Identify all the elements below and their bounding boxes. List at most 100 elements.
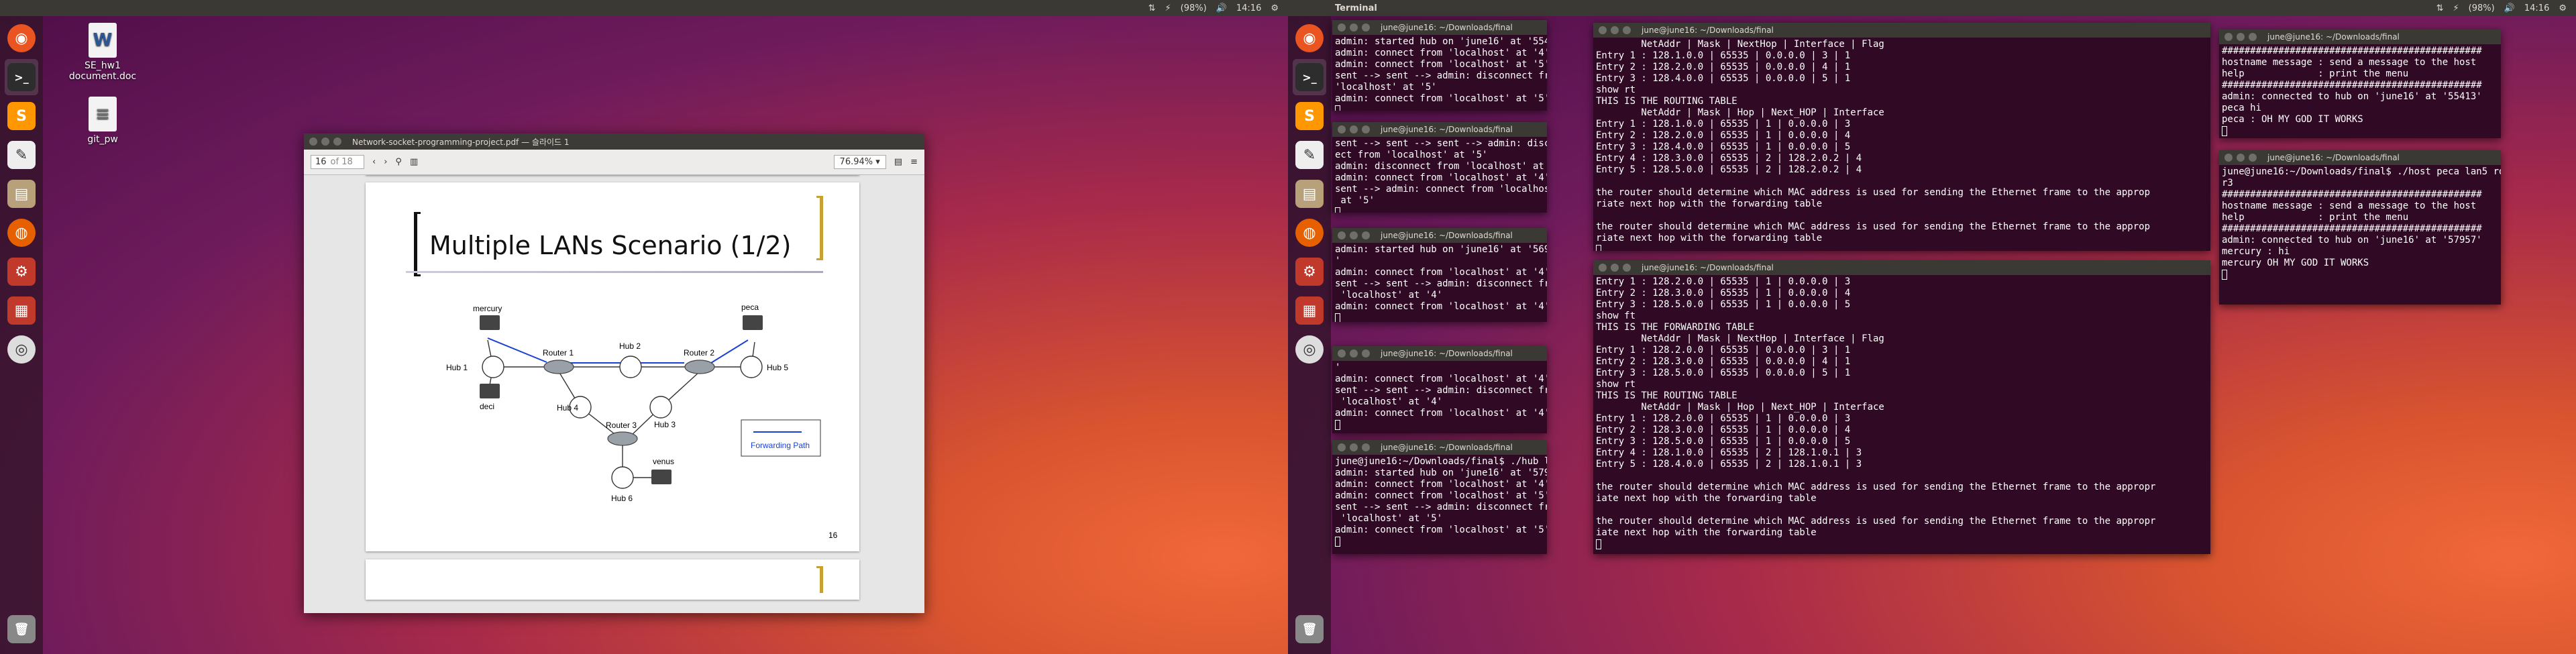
next-page-icon[interactable]: ›: [384, 157, 387, 167]
minimize-button[interactable]: [1350, 231, 1358, 239]
network-icon[interactable]: ⇅: [2436, 3, 2444, 13]
terminal-window-host-mercury[interactable]: june@june16: ~/Downloads/final june@june…: [2219, 150, 2501, 305]
minimize-button[interactable]: [321, 138, 329, 146]
maximize-button[interactable]: [2249, 154, 2257, 162]
volume-icon[interactable]: 🔊: [2504, 3, 2515, 13]
window-titlebar[interactable]: june@june16: ~/Downloads/final: [1332, 440, 1547, 455]
close-button[interactable]: [2224, 154, 2233, 162]
close-button[interactable]: [1338, 125, 1346, 133]
text-editor-icon[interactable]: ✎: [1293, 137, 1326, 173]
terminal-icon[interactable]: >_: [1293, 59, 1326, 95]
settings-icon[interactable]: ⚙: [5, 254, 38, 290]
system-menu-icon[interactable]: ⚙: [1271, 3, 1279, 13]
document-area[interactable]: Multiple LANs Scenario (1/2) Forwarding …: [304, 175, 924, 613]
impress-icon[interactable]: ▦: [5, 292, 38, 329]
trash-icon[interactable]: 🗑: [1293, 611, 1326, 647]
close-button[interactable]: [1599, 264, 1607, 272]
close-button[interactable]: [1338, 443, 1346, 451]
window-titlebar[interactable]: june@june16: ~/Downloads/final: [2219, 30, 2501, 44]
close-button[interactable]: [309, 138, 317, 146]
minimize-button[interactable]: [1611, 264, 1619, 272]
maximize-button[interactable]: [1362, 125, 1370, 133]
bluetooth-icon[interactable]: ⚡: [1165, 3, 1171, 13]
clock[interactable]: 14:16: [2524, 3, 2549, 13]
terminal-window-hub-5[interactable]: june@june16: ~/Downloads/final june@june…: [1332, 440, 1547, 554]
terminal-output[interactable]: sent --> sent --> sent --> admin: discon…: [1332, 137, 1547, 213]
terminal-window-hub-4[interactable]: june@june16: ~/Downloads/final ' admin: c…: [1332, 346, 1547, 433]
files-icon[interactable]: ▤: [1293, 176, 1326, 212]
impress-icon[interactable]: ▦: [1293, 292, 1326, 329]
sublime-icon[interactable]: S: [5, 98, 38, 134]
minimize-button[interactable]: [1350, 125, 1358, 133]
window-titlebar[interactable]: june@june16: ~/Downloads/final: [1332, 228, 1547, 243]
terminal-window-host-peca[interactable]: june@june16: ~/Downloads/final #########…: [2219, 30, 2501, 138]
dvd-icon[interactable]: ◎: [5, 331, 38, 368]
zoom-select[interactable]: 76.94% ▾: [833, 155, 886, 169]
files-icon[interactable]: ▤: [5, 176, 38, 212]
maximize-button[interactable]: [1362, 23, 1370, 32]
close-button[interactable]: [1599, 26, 1607, 34]
minimize-button[interactable]: [1350, 349, 1358, 358]
bluetooth-icon[interactable]: ⚡: [2453, 3, 2459, 13]
search-icon[interactable]: ⚲: [395, 157, 402, 167]
trash-icon[interactable]: 🗑: [5, 611, 38, 647]
maximize-button[interactable]: [1362, 231, 1370, 239]
terminal-window-hub-1[interactable]: june@june16: ~/Downloads/final admin: st…: [1332, 20, 1547, 111]
terminal-window-router-2[interactable]: june@june16: ~/Downloads/final Entry 1 :…: [1593, 260, 2210, 554]
previous-page-icon[interactable]: ‹: [372, 157, 376, 167]
window-titlebar[interactable]: june@june16: ~/Downloads/final: [1332, 122, 1547, 137]
maximize-button[interactable]: [1623, 264, 1631, 272]
sublime-icon[interactable]: S: [1293, 98, 1326, 134]
maximize-button[interactable]: [1623, 26, 1631, 34]
window-titlebar[interactable]: june@june16: ~/Downloads/final: [1593, 260, 2210, 275]
minimize-button[interactable]: [1350, 443, 1358, 451]
ubuntu-logo-icon[interactable]: ◉: [5, 20, 38, 56]
minimize-button[interactable]: [1611, 26, 1619, 34]
terminal-output[interactable]: Entry 1 : 128.2.0.0 | 65535 | 1 | 0.0.0.…: [1593, 275, 2210, 551]
text-editor-icon[interactable]: ✎: [5, 137, 38, 173]
close-button[interactable]: [1338, 23, 1346, 32]
maximize-button[interactable]: [1362, 443, 1370, 451]
window-titlebar[interactable]: june@june16: ~/Downloads/final: [1332, 346, 1547, 361]
battery-indicator[interactable]: (98%): [2469, 3, 2495, 13]
window-titlebar[interactable]: june@june16: ~/Downloads/final: [2219, 150, 2501, 165]
view-mode-icon[interactable]: ▤: [894, 157, 902, 167]
sidebar-toggle-icon[interactable]: ▥: [410, 157, 418, 167]
terminal-output[interactable]: june@june16:~/Downloads/final$ ./hub lan…: [1332, 455, 1547, 549]
current-page[interactable]: 16: [315, 157, 327, 167]
ubuntu-logo-icon[interactable]: ◉: [1293, 20, 1326, 56]
terminal-output[interactable]: admin: started hub on 'june16' at '55413…: [1332, 35, 1547, 111]
terminal-output[interactable]: NetAddr | Mask | NextHop | Interface | F…: [1593, 38, 2210, 251]
minimize-button[interactable]: [1350, 23, 1358, 32]
maximize-button[interactable]: [1362, 349, 1370, 358]
system-menu-icon[interactable]: ⚙: [2559, 3, 2567, 13]
terminal-window-hub-3[interactable]: june@june16: ~/Downloads/final admin: st…: [1332, 228, 1547, 322]
pdf-viewer-window[interactable]: Network-socket-programming-project.pdf —…: [304, 133, 924, 613]
terminal-output[interactable]: june@june16:~/Downloads/final$ ./host pe…: [2219, 165, 2501, 282]
terminal-output[interactable]: ' admin: connect from 'localhost' at '4' s…: [1332, 361, 1547, 432]
desktop-file-git-pw[interactable]: ≡ git_pw: [52, 97, 153, 145]
close-button[interactable]: [1338, 231, 1346, 239]
battery-indicator[interactable]: (98%): [1181, 3, 1207, 13]
terminal-output[interactable]: ########################################…: [2219, 44, 2501, 138]
terminal-window-hub-2[interactable]: june@june16: ~/Downloads/final sent --> …: [1332, 122, 1547, 213]
terminal-output[interactable]: admin: started hub on 'june16' at '56983…: [1332, 243, 1547, 322]
network-icon[interactable]: ⇅: [1148, 3, 1156, 13]
terminal-icon[interactable]: >_: [5, 59, 38, 95]
dvd-icon[interactable]: ◎: [1293, 331, 1326, 368]
clock[interactable]: 14:16: [1236, 3, 1261, 13]
desktop-file-se-hw1[interactable]: W SE_hw1 document.doc: [52, 23, 153, 82]
menu-icon[interactable]: ≡: [910, 157, 918, 167]
terminal-window-router-1[interactable]: june@june16: ~/Downloads/final NetAddr |…: [1593, 23, 2210, 251]
page-number-field[interactable]: 16 of 18: [311, 155, 364, 169]
window-titlebar[interactable]: june@june16: ~/Downloads/final: [1332, 20, 1547, 35]
window-titlebar[interactable]: june@june16: ~/Downloads/final: [1593, 23, 2210, 38]
close-button[interactable]: [2224, 33, 2233, 41]
minimize-button[interactable]: [2237, 154, 2245, 162]
close-button[interactable]: [1338, 349, 1346, 358]
firefox-icon[interactable]: ◍: [5, 215, 38, 251]
volume-icon[interactable]: 🔊: [1216, 3, 1227, 13]
settings-icon[interactable]: ⚙: [1293, 254, 1326, 290]
firefox-icon[interactable]: ◍: [1293, 215, 1326, 251]
window-titlebar[interactable]: Network-socket-programming-project.pdf —…: [304, 133, 924, 150]
